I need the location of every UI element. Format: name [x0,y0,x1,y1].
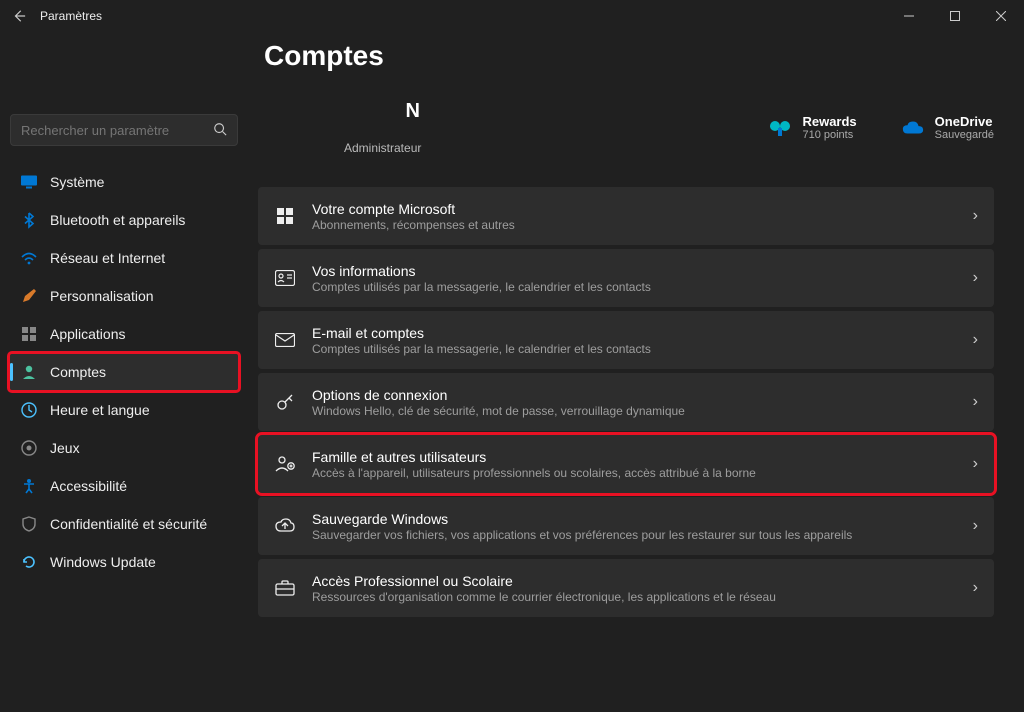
settings-rows: Votre compte Microsoft Abonnements, réco… [258,187,994,617]
onedrive-label: OneDrive [935,114,994,129]
sidebar-item-bluetooth[interactable]: Bluetooth et appareils [10,202,238,238]
chevron-right-icon: › [973,455,978,473]
gamepad-icon [20,439,38,457]
row-compte-microsoft[interactable]: Votre compte Microsoft Abonnements, réco… [258,187,994,245]
sidebar-item-confidentialite[interactable]: Confidentialité et sécurité [10,506,238,542]
sidebar: Système Bluetooth et appareils Réseau et… [0,32,248,712]
row-famille-utilisateurs[interactable]: Famille et autres utilisateurs Accès à l… [258,435,994,493]
rewards-tile[interactable]: Rewards 710 points [768,114,856,141]
titlebar: Paramètres [0,0,1024,32]
sidebar-item-systeme[interactable]: Système [10,164,238,200]
accessibility-icon [20,477,38,495]
person-icon [20,363,38,381]
rewards-value: 710 points [802,129,856,141]
sidebar-item-personnalisation[interactable]: Personnalisation [10,278,238,314]
content: Comptes N Administrateur Rewards 710 poi… [248,32,1024,712]
windows-icon [274,207,296,225]
wifi-icon [20,249,38,267]
row-vos-informations[interactable]: Vos informations Comptes utilisés par la… [258,249,994,307]
rewards-label: Rewards [802,114,856,129]
row-sub: Comptes utilisés par la messagerie, le c… [312,280,973,294]
sidebar-item-reseau[interactable]: Réseau et Internet [10,240,238,276]
row-sub: Abonnements, récompenses et autres [312,218,973,232]
nav-list: Système Bluetooth et appareils Réseau et… [10,164,238,580]
back-button[interactable] [12,9,26,23]
row-acces-pro-scolaire[interactable]: Accès Professionnel ou Scolaire Ressourc… [258,559,994,617]
nav-label: Comptes [50,364,106,380]
row-title: Vos informations [312,263,973,279]
key-icon [274,392,296,412]
nav-label: Confidentialité et sécurité [50,516,207,532]
row-title: E-mail et comptes [312,325,973,341]
briefcase-icon [274,580,296,596]
bluetooth-icon [20,211,38,229]
nav-label: Bluetooth et appareils [50,212,185,228]
brush-icon [20,287,38,305]
row-sub: Sauvegarder vos fichiers, vos applicatio… [312,528,973,542]
nav-label: Personnalisation [50,288,154,304]
row-sub: Ressources d'organisation comme le courr… [312,590,973,604]
nav-label: Réseau et Internet [50,250,165,266]
account-role: Administrateur [344,141,421,155]
close-button[interactable] [978,0,1024,32]
chevron-right-icon: › [973,393,978,411]
shield-icon [20,515,38,533]
backup-icon [274,518,296,534]
onedrive-value: Sauvegardé [935,129,994,141]
chevron-right-icon: › [973,517,978,535]
account-name: N [404,100,421,123]
onedrive-tile[interactable]: OneDrive Sauvegardé [901,114,994,141]
page-title: Comptes [264,40,994,72]
row-sub: Comptes utilisés par la messagerie, le c… [312,342,973,356]
row-sauvegarde-windows[interactable]: Sauvegarde Windows Sauvegarder vos fichi… [258,497,994,555]
row-sub: Windows Hello, clé de sécurité, mot de p… [312,404,973,418]
nav-label: Accessibilité [50,478,127,494]
minimize-button[interactable] [886,0,932,32]
nav-label: Applications [50,326,126,342]
row-email-comptes[interactable]: E-mail et comptes Comptes utilisés par l… [258,311,994,369]
sidebar-item-heure[interactable]: Heure et langue [10,392,238,428]
nav-label: Système [50,174,104,190]
row-title: Sauvegarde Windows [312,511,973,527]
sidebar-item-applications[interactable]: Applications [10,316,238,352]
row-title: Options de connexion [312,387,973,403]
nav-label: Jeux [50,440,80,456]
chevron-right-icon: › [973,579,978,597]
sidebar-item-accessibilite[interactable]: Accessibilité [10,468,238,504]
update-icon [20,553,38,571]
row-title: Accès Professionnel ou Scolaire [312,573,973,589]
globe-icon [20,401,38,419]
nav-label: Windows Update [50,554,156,570]
row-sub: Accès à l'appareil, utilisateurs profess… [312,466,973,480]
monitor-icon [20,173,38,191]
maximize-button[interactable] [932,0,978,32]
apps-icon [20,325,38,343]
chevron-right-icon: › [973,207,978,225]
rewards-icon [768,116,792,140]
nav-label: Heure et langue [50,402,150,418]
row-title: Famille et autres utilisateurs [312,449,973,465]
row-options-connexion[interactable]: Options de connexion Windows Hello, clé … [258,373,994,431]
search-icon [213,122,227,139]
mail-icon [274,333,296,347]
search-box[interactable] [10,114,238,146]
account-header: N Administrateur Rewards 710 points [264,100,994,155]
sidebar-item-windowsupdate[interactable]: Windows Update [10,544,238,580]
chevron-right-icon: › [973,269,978,287]
sidebar-item-comptes[interactable]: Comptes [10,354,238,390]
id-card-icon [274,270,296,286]
window-title: Paramètres [40,9,102,23]
row-title: Votre compte Microsoft [312,201,973,217]
search-input[interactable] [21,123,213,138]
cloud-icon [901,116,925,140]
chevron-right-icon: › [973,331,978,349]
people-icon [274,455,296,473]
sidebar-item-jeux[interactable]: Jeux [10,430,238,466]
